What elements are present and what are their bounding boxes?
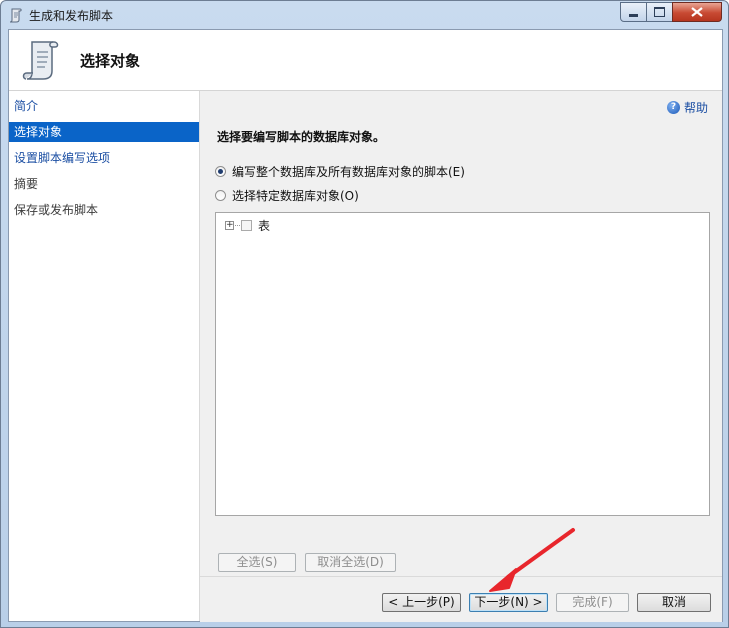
wizard-sidebar: 简介 选择对象 设置脚本编写选项 摘要 保存或发布脚本	[9, 91, 200, 621]
script-scroll-icon	[22, 41, 59, 80]
tree-item-label: 表	[258, 219, 271, 233]
minimize-button[interactable]	[620, 2, 647, 22]
close-button[interactable]	[672, 2, 722, 22]
sidebar-item-scripting-options[interactable]: 设置脚本编写选项	[9, 148, 199, 168]
object-tree[interactable]: + 表	[215, 212, 710, 516]
help-icon: ?	[666, 101, 680, 114]
tree-connector	[235, 225, 240, 226]
help-label: 帮助	[683, 101, 708, 115]
deselect-all-button[interactable]: 取消全选(D)	[305, 553, 396, 572]
option-label: 编写整个数据库及所有数据库对象的脚本(E)	[232, 165, 465, 179]
option-select-specific-objects[interactable]: 选择特定数据库对象(O)	[215, 187, 359, 204]
cancel-button[interactable]: 取消	[637, 593, 711, 612]
script-icon	[9, 8, 22, 23]
expand-plus-icon[interactable]: +	[225, 221, 234, 230]
section-label: 选择要编写脚本的数据库对象。	[217, 130, 386, 144]
option-script-entire-database[interactable]: 编写整个数据库及所有数据库对象的脚本(E)	[215, 163, 465, 180]
select-all-button[interactable]: 全选(S)	[218, 553, 296, 572]
radio-unselected-icon[interactable]	[215, 190, 226, 201]
page-title: 选择对象	[80, 52, 141, 70]
page-header: 选择对象	[9, 30, 722, 91]
title-bar[interactable]: 生成和发布脚本	[1, 1, 728, 29]
maximize-icon	[654, 7, 665, 17]
wizard-footer: < 上一步(P) 下一步(N) > 完成(F) 取消	[200, 576, 722, 622]
sidebar-item-save-publish: 保存或发布脚本	[14, 203, 99, 217]
radio-selected-icon[interactable]	[215, 166, 226, 177]
tree-checkbox[interactable]	[241, 220, 252, 231]
close-icon	[691, 7, 703, 17]
next-button[interactable]: 下一步(N) >	[469, 593, 548, 612]
previous-button[interactable]: < 上一步(P)	[382, 593, 461, 612]
dialog-body: 选择对象 简介 选择对象 设置脚本编写选项 摘要 保存或发布脚本 ? 帮助 选择…	[8, 29, 723, 622]
option-label: 选择特定数据库对象(O)	[232, 189, 359, 203]
window-title: 生成和发布脚本	[29, 9, 114, 23]
tree-item-tables[interactable]: + 表	[225, 217, 270, 234]
dialog-window: 生成和发布脚本 选择对象 简介 选择对象 设置脚本编写选项 摘要 保存或发布脚本…	[0, 0, 729, 628]
main-content: ? 帮助 选择要编写脚本的数据库对象。 编写整个数据库及所有数据库对象的脚本(E…	[200, 91, 722, 576]
maximize-button[interactable]	[646, 2, 673, 22]
minimize-icon	[629, 13, 638, 17]
sidebar-item-summary: 摘要	[14, 177, 39, 191]
help-link[interactable]: ? 帮助	[666, 99, 708, 116]
sidebar-item-choose-objects[interactable]: 选择对象	[9, 122, 199, 142]
finish-button[interactable]: 完成(F)	[556, 593, 629, 612]
sidebar-item-intro[interactable]: 简介	[9, 96, 199, 116]
